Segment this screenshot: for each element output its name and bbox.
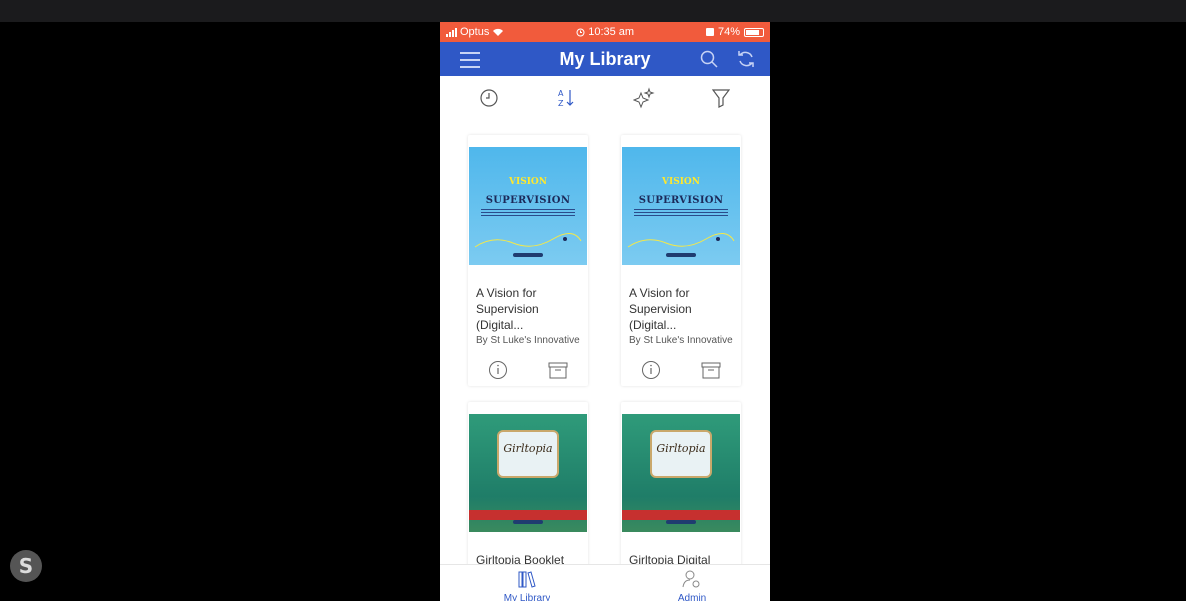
publisher-logo	[666, 253, 696, 257]
cover-swirl-art	[627, 233, 735, 248]
az-sort-icon: AZ	[558, 89, 574, 108]
book-actions	[621, 354, 741, 386]
wifi-icon	[493, 28, 504, 36]
filter-icon	[712, 89, 731, 108]
search-icon[interactable]	[700, 50, 718, 68]
publisher-logo	[666, 520, 696, 524]
cover-title-box: Girltopia	[497, 430, 559, 478]
recent-sort-button[interactable]	[474, 83, 504, 113]
cover-title-line1: VISION	[662, 177, 700, 187]
publisher-logo	[513, 253, 543, 257]
cover-title: Girltopia	[656, 442, 706, 455]
cover-title-line1: VISION	[509, 177, 547, 187]
book-cover[interactable]: VISION SUPERVISION	[469, 147, 587, 265]
signal-icon	[446, 27, 457, 37]
book-title: A Vision for Supervision (Digital...	[629, 286, 692, 332]
cover-subtext	[481, 209, 575, 217]
moon-icon	[705, 28, 714, 36]
tab-my-library[interactable]: My Library	[503, 565, 551, 601]
book-title: A Vision for Supervision (Digital...	[476, 286, 539, 332]
user-gear-icon	[682, 570, 700, 588]
info-icon[interactable]	[641, 360, 661, 380]
skype-icon[interactable]: S	[10, 550, 42, 582]
cover-banner	[622, 510, 740, 520]
status-time: 10:35 am	[588, 26, 635, 38]
alpha-sort-button[interactable]: AZ	[551, 83, 581, 113]
status-bar: Optus 10:35 am 74%	[440, 22, 770, 42]
book-cover[interactable]: VISION SUPERVISION	[622, 147, 740, 265]
filter-button[interactable]	[706, 83, 736, 113]
cover-banner	[469, 510, 587, 520]
hamburger-menu-icon[interactable]	[460, 52, 480, 73]
cover-title: Girltopia	[503, 442, 553, 455]
book-cover[interactable]: Girltopia	[469, 414, 587, 532]
cover-swirl-art	[474, 233, 582, 248]
svg-text:Z: Z	[558, 99, 564, 108]
carrier-label: Optus	[460, 26, 490, 38]
sync-icon[interactable]	[736, 49, 756, 69]
archive-icon[interactable]	[548, 361, 568, 379]
book-actions	[468, 354, 588, 386]
publisher-logo	[513, 520, 543, 524]
cover-title-box: Girltopia	[650, 430, 712, 478]
window-top-bar	[0, 0, 1186, 22]
tab-bar: My Library Admin	[440, 564, 770, 601]
archive-icon[interactable]	[701, 361, 721, 379]
cover-title-line2: SUPERVISION	[485, 195, 571, 206]
tab-label: Admin	[677, 593, 707, 601]
cover-title-line2: SUPERVISION	[638, 195, 724, 206]
book-card[interactable]: Girltopia Girltopia Booklet	[468, 402, 588, 568]
books-icon	[518, 571, 536, 588]
book-card[interactable]: Girltopia Girltopia Digital	[621, 402, 741, 568]
clock-icon	[480, 89, 498, 107]
svg-text:A: A	[558, 89, 564, 98]
alarm-icon	[576, 28, 585, 36]
phone-screen: Optus 10:35 am 74% My Library AZ VISION …	[440, 22, 770, 601]
book-cover[interactable]: Girltopia	[622, 414, 740, 532]
tab-admin[interactable]: Admin	[678, 565, 706, 601]
sparkle-icon	[632, 87, 655, 109]
battery-percent: 74%	[717, 26, 740, 38]
tab-label: My Library	[503, 593, 551, 601]
book-author: By St Luke's Innovative...	[476, 335, 580, 346]
new-items-button[interactable]	[629, 83, 659, 113]
book-card[interactable]: VISION SUPERVISION A Vision for Supervisi…	[621, 135, 741, 386]
book-card[interactable]: VISION SUPERVISION A Vision for Supervisi…	[468, 135, 588, 386]
page-title: My Library	[559, 48, 651, 69]
sort-toolbar: AZ	[440, 76, 770, 120]
nav-bar: My Library	[440, 42, 770, 76]
book-author: By St Luke's Innovative...	[629, 335, 733, 346]
battery-icon	[743, 27, 764, 37]
info-icon[interactable]	[488, 360, 508, 380]
cover-subtext	[634, 209, 728, 217]
